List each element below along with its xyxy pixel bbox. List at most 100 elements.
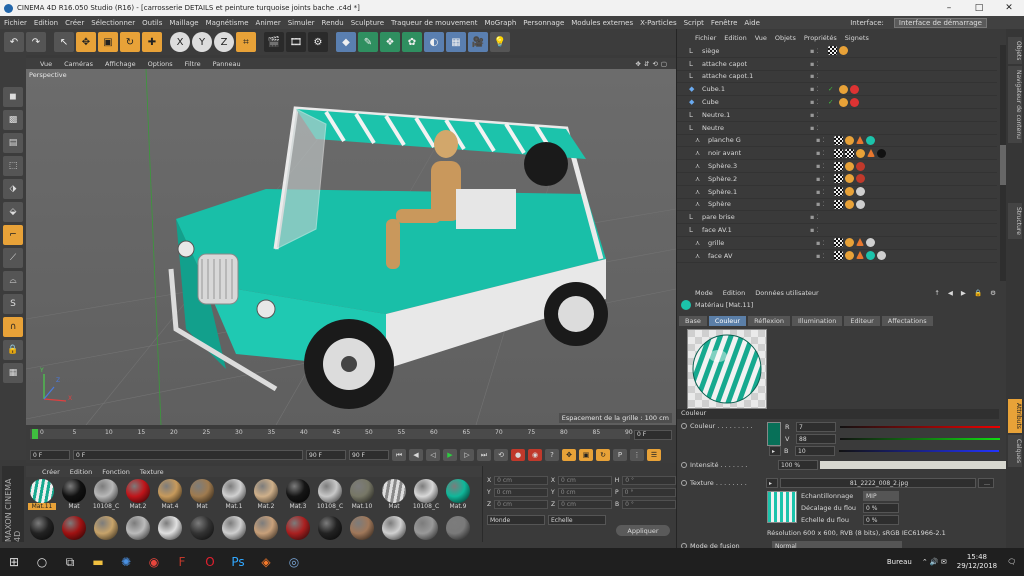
menu-item[interactable]: Sélectionner bbox=[91, 19, 135, 27]
material-tag-icon[interactable]: ✓ bbox=[828, 85, 837, 94]
magnet-icon[interactable]: ∩ bbox=[3, 317, 23, 337]
v-slider[interactable] bbox=[840, 438, 1000, 440]
material-tag-icon[interactable] bbox=[856, 187, 865, 197]
material-swatch[interactable] bbox=[60, 516, 88, 550]
material-swatch[interactable]: Mat bbox=[60, 479, 88, 513]
object-row[interactable]: ◆ Cube.1 ▪ ⁚ ✓ bbox=[677, 83, 997, 97]
object-row[interactable]: ⋏ Sphère.1 ▪ ⁚ bbox=[677, 186, 997, 199]
visibility-toggle[interactable]: ▪ ⁚ bbox=[810, 72, 824, 80]
object-row[interactable]: ⋏ Sphère ▪ ⁚ bbox=[677, 199, 997, 212]
object-row[interactable]: ⋏ noir avant ▪ ⁚ bbox=[677, 147, 997, 161]
side-tab[interactable]: Objets bbox=[1008, 37, 1022, 65]
camera-icon[interactable]: 🎥 bbox=[468, 32, 488, 52]
spline-pen-icon[interactable]: ✎ bbox=[358, 32, 378, 52]
material-tag-icon[interactable] bbox=[845, 199, 854, 209]
coord-field[interactable]: 0 ° bbox=[621, 487, 676, 497]
bureau-label[interactable]: Bureau bbox=[887, 558, 912, 566]
menu-item[interactable]: Simuler bbox=[288, 19, 315, 27]
animate-dot-icon[interactable] bbox=[681, 423, 687, 429]
end-frame-field[interactable]: 90 F bbox=[306, 450, 346, 460]
material-swatch[interactable]: Mat.9 bbox=[444, 479, 472, 513]
viewport-menu-item[interactable]: Caméras bbox=[64, 60, 93, 68]
texture-browse-button[interactable]: … bbox=[978, 478, 994, 488]
render-settings-icon[interactable]: ⚙ bbox=[308, 32, 328, 52]
viewport-menu-item[interactable]: Panneau bbox=[213, 60, 241, 68]
clock[interactable]: 15:48 29/12/2018 bbox=[957, 553, 997, 571]
visibility-toggle[interactable]: ▪ ⁚ bbox=[810, 111, 824, 119]
blender-icon[interactable]: ◈ bbox=[252, 548, 280, 576]
menu-item[interactable]: Modules externes bbox=[571, 19, 633, 27]
material-menu-item[interactable]: Créer bbox=[42, 468, 60, 476]
viewport-menu-item[interactable]: Options bbox=[148, 60, 173, 68]
material-tag-icon[interactable] bbox=[845, 238, 854, 248]
key-param-icon[interactable]: P bbox=[613, 449, 627, 461]
x-axis-icon[interactable]: X bbox=[170, 32, 190, 52]
size-mode-select[interactable]: Echelle bbox=[548, 515, 606, 525]
render-view-icon[interactable]: 🎬 bbox=[264, 32, 284, 52]
coord-field[interactable]: 0 cm bbox=[494, 499, 548, 509]
material-tag-icon[interactable] bbox=[856, 199, 865, 209]
material-tag-icon[interactable] bbox=[828, 46, 837, 56]
undo-icon[interactable]: ↶ bbox=[4, 32, 24, 52]
menu-item[interactable]: Créer bbox=[65, 19, 84, 27]
side-tab[interactable]: Calques bbox=[1008, 435, 1022, 468]
b-field[interactable]: 10 bbox=[795, 446, 835, 456]
material-tag-icon[interactable] bbox=[834, 251, 843, 261]
object-row[interactable]: Lpare brise ▪ ⁚ bbox=[677, 211, 997, 225]
material-tag-icon[interactable] bbox=[856, 251, 864, 260]
v-field[interactable]: 88 bbox=[796, 434, 836, 444]
deformer-icon[interactable]: ◐ bbox=[424, 32, 444, 52]
material-swatch[interactable] bbox=[412, 516, 440, 550]
keyframe-selection-icon[interactable]: ? bbox=[545, 449, 559, 461]
current-frame-field[interactable]: 0 F bbox=[634, 430, 672, 440]
material-tag-icon[interactable] bbox=[850, 84, 859, 94]
object-row[interactable]: L Neutre.1 ▪ ⁚ bbox=[677, 109, 997, 122]
filezilla-icon[interactable]: F bbox=[168, 548, 196, 576]
intensite-slider[interactable] bbox=[820, 461, 1008, 469]
material-tag-icon[interactable] bbox=[866, 238, 875, 248]
material-menu-item[interactable]: Texture bbox=[140, 468, 164, 476]
coord-field[interactable]: 0 cm bbox=[558, 499, 612, 509]
material-tag-icon[interactable] bbox=[856, 174, 865, 184]
coord-field[interactable]: 0 ° bbox=[622, 475, 677, 485]
animate-dot-icon[interactable] bbox=[681, 480, 687, 486]
menu-item[interactable]: X-Particles bbox=[640, 19, 676, 27]
material-swatch[interactable] bbox=[124, 516, 152, 550]
viewport-menu-item[interactable]: Vue bbox=[40, 60, 52, 68]
prev-key-icon[interactable]: ◀ bbox=[409, 449, 423, 461]
coord-field[interactable]: 0 cm bbox=[557, 487, 613, 497]
object-row[interactable]: ◆ Cube ▪ ⁚ ✓ bbox=[677, 96, 997, 109]
material-tag-icon[interactable] bbox=[856, 148, 865, 158]
tab-base[interactable]: Base bbox=[679, 316, 707, 326]
redo-icon[interactable]: ↷ bbox=[26, 32, 46, 52]
interface-selector[interactable]: Interface: Interface de démarrage bbox=[850, 17, 994, 28]
apply-button[interactable]: Appliquer bbox=[616, 525, 670, 536]
coord-field[interactable]: 0 cm bbox=[558, 475, 612, 485]
material-swatch[interactable]: 10108_C bbox=[92, 479, 120, 513]
add-object-icon[interactable]: ✚ bbox=[142, 32, 162, 52]
menu-item[interactable]: MoGraph bbox=[484, 19, 516, 27]
menu-item[interactable]: Rendu bbox=[322, 19, 344, 27]
material-tag-icon[interactable] bbox=[834, 238, 843, 248]
material-swatch[interactable] bbox=[316, 516, 344, 550]
object-menu-item[interactable]: Objets bbox=[775, 34, 796, 42]
side-tab[interactable]: Navigateur de contenu bbox=[1008, 66, 1022, 144]
visibility-toggle[interactable]: ▪ ⁚ bbox=[816, 136, 830, 144]
frame-range-slider[interactable]: 0 F bbox=[73, 450, 303, 460]
material-tag-icon[interactable] bbox=[845, 135, 854, 145]
key-rotate-icon[interactable]: ↻ bbox=[596, 449, 610, 461]
visibility-toggle[interactable]: ▪ ⁚ bbox=[810, 226, 824, 234]
object-row[interactable]: ⋏ Sphère.3 ▪ ⁚ bbox=[677, 160, 997, 173]
material-swatch[interactable] bbox=[444, 516, 472, 550]
tab-couleur[interactable]: Couleur bbox=[708, 316, 747, 326]
b-slider[interactable] bbox=[839, 450, 999, 452]
axis-mode-icon[interactable]: ⌐ bbox=[3, 225, 23, 245]
material-swatch[interactable] bbox=[284, 516, 312, 550]
rotate-tool-icon[interactable]: ↻ bbox=[120, 32, 140, 52]
play-icon[interactable]: ▶ bbox=[443, 449, 457, 461]
material-tag-icon[interactable] bbox=[834, 148, 843, 158]
material-tag-icon[interactable] bbox=[877, 251, 886, 261]
echelle-field[interactable]: 0 % bbox=[863, 515, 899, 525]
material-tag-icon[interactable] bbox=[867, 148, 875, 157]
menu-item[interactable]: Magnétisme bbox=[206, 19, 249, 27]
